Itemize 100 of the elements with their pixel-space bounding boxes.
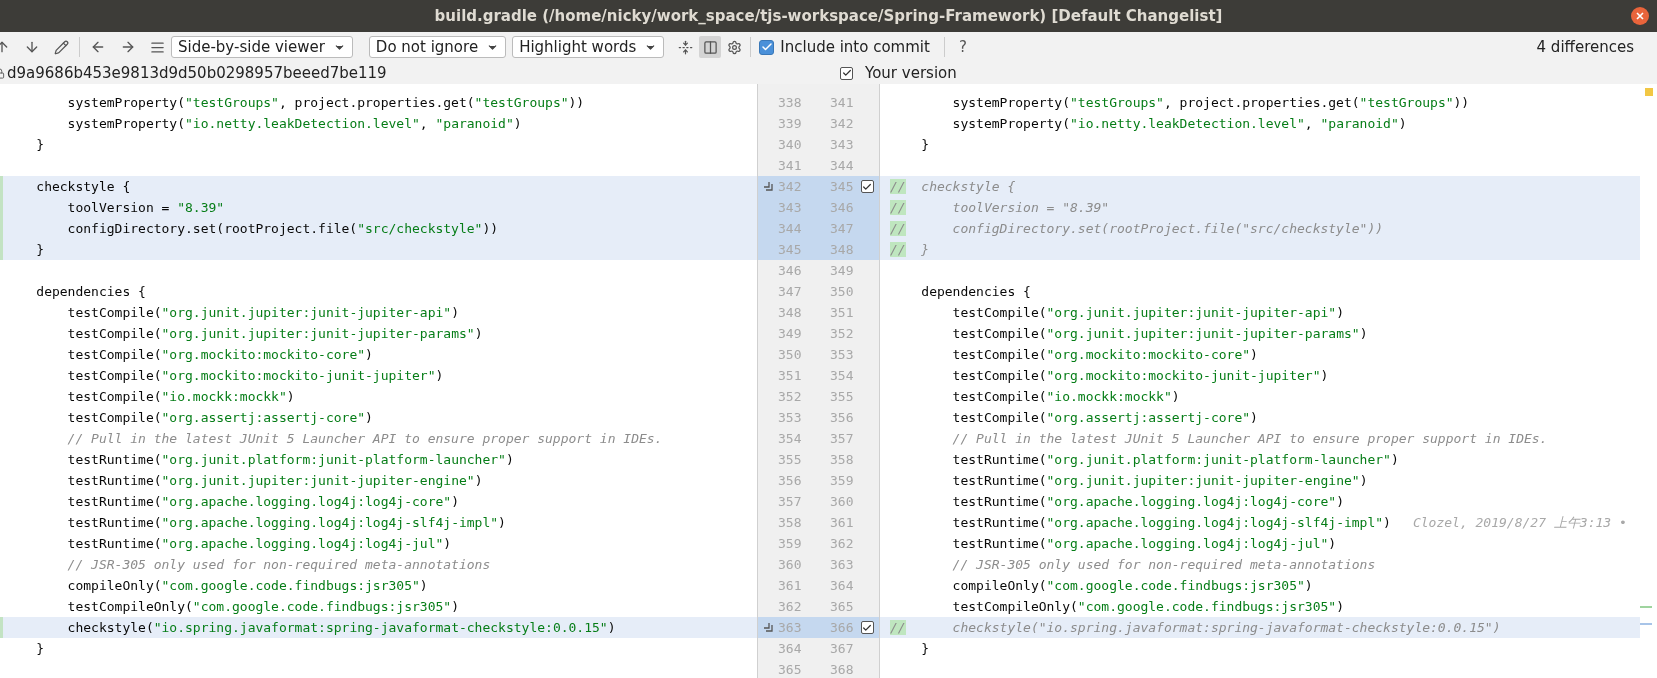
- line-number: 339: [778, 115, 803, 133]
- code-line: // Pull in the latest JUnit 5 Launcher API to ensure proper support in IDEs.: [951, 430, 1548, 448]
- include-checkbox[interactable]: [860, 621, 874, 634]
- line-number: 360: [830, 493, 855, 511]
- include-checkbox[interactable]: [840, 66, 853, 80]
- line-number: 352: [830, 325, 855, 343]
- line-number: 368: [830, 661, 855, 678]
- split-toggle[interactable]: [699, 36, 722, 58]
- apply-icon[interactable]: [762, 622, 774, 633]
- line-number: 364: [778, 640, 803, 658]
- line-number: 352: [778, 388, 803, 406]
- code-line: // toolVersion = "8.39": [890, 199, 1110, 217]
- apply-icon[interactable]: [762, 181, 774, 192]
- line-number: 345: [830, 178, 855, 196]
- code-line: toolVersion = "8.39": [66, 199, 225, 217]
- line-number: 358: [778, 514, 803, 532]
- code-line: testCompile("org.junit.jupiter:junit-jupiter-params"): [66, 325, 483, 343]
- line-number: 362: [778, 598, 803, 616]
- line-number: 367: [830, 640, 855, 658]
- collapse-icon[interactable]: [678, 39, 694, 55]
- line-number: 355: [830, 388, 855, 406]
- code-line: testCompileOnly("com.google.code.findbugs:jsr305"): [66, 598, 459, 616]
- code-line: // }: [890, 241, 930, 259]
- line-number: 338: [778, 94, 803, 112]
- line-number: 348: [778, 304, 803, 322]
- code-line: checkstyle {: [35, 178, 131, 196]
- line-number: 362: [830, 535, 855, 553]
- line-number: 348: [830, 241, 855, 259]
- change-stripe-mark: [1640, 606, 1652, 608]
- next-difference-icon[interactable]: [24, 39, 40, 55]
- line-number: 349: [778, 325, 803, 343]
- line-number: 356: [830, 409, 855, 427]
- code-line: testCompile("io.mockk:mockk"): [951, 388, 1180, 406]
- line-number: 353: [778, 409, 803, 427]
- list-icon[interactable]: [150, 39, 165, 55]
- close-icon: [1636, 12, 1644, 20]
- code-line: compileOnly("com.google.code.findbugs:jsr305"): [66, 577, 428, 595]
- code-line: testRuntime("org.apache.logging.log4j:log4j-slf4j-impl"): [66, 514, 506, 532]
- code-line: testRuntime("org.junit.jupiter:junit-jupiter-engine"): [951, 472, 1368, 490]
- code-line: testCompile("org.assertj:assertj-core"): [951, 409, 1258, 427]
- include-checkbox[interactable]: [860, 180, 874, 193]
- settings-icon[interactable]: [727, 39, 743, 55]
- edit-icon[interactable]: [54, 39, 69, 55]
- dropdown[interactable]: Side-by-side viewer: [171, 36, 353, 58]
- code-line: systemProperty("testGroups", project.properties.get("testGroups")): [66, 94, 585, 112]
- code-line: systemProperty("io.netty.leakDetection.level", "paranoid"): [66, 115, 522, 133]
- line-number: 346: [830, 199, 855, 217]
- line-number: 343: [778, 199, 803, 217]
- code-line: // checkstyle {: [890, 178, 1016, 196]
- code-line: testRuntime("org.apache.logging.log4j:log4j-jul"): [951, 535, 1337, 553]
- help-button[interactable]: ?: [958, 35, 967, 59]
- code-line: testCompileOnly("com.google.code.findbugs:jsr305"): [951, 598, 1344, 616]
- line-number: 351: [778, 367, 803, 385]
- code-line: testCompile("io.mockk:mockk"): [66, 388, 295, 406]
- line-number: 354: [830, 367, 855, 385]
- dropdown[interactable]: Do not ignore: [368, 36, 507, 58]
- code-line: }: [35, 136, 45, 154]
- line-number: 365: [778, 661, 803, 678]
- line-number: 364: [830, 577, 855, 595]
- code-line: testCompile("org.mockito:mockito-core"): [951, 346, 1258, 364]
- line-number: 351: [830, 304, 855, 322]
- version-label: Your version: [865, 62, 957, 84]
- line-number: 344: [778, 220, 803, 238]
- change-stripe-mark: [1640, 623, 1652, 625]
- code-line: // JSR-305 only used for non-required meta-annotations: [951, 556, 1376, 574]
- code-line: configDirectory.set(rootProject.file("src/checkstyle")): [66, 220, 499, 238]
- code-line: systemProperty("io.netty.leakDetection.level", "paranoid"): [951, 115, 1407, 133]
- code-line: testRuntime("org.apache.logging.log4j:log4j-core"): [66, 493, 459, 511]
- code-line: testCompile("org.mockito:mockito-junit-jupiter"): [66, 367, 444, 385]
- line-number: 357: [778, 493, 803, 511]
- close-button[interactable]: [1631, 7, 1649, 25]
- code-line: testRuntime("org.apache.logging.log4j:log4j-jul"): [66, 535, 452, 553]
- code-line: }: [35, 640, 45, 658]
- line-number: 349: [830, 262, 855, 280]
- next-file-icon[interactable]: [120, 39, 136, 55]
- differences-count: 4 differences: [1536, 36, 1634, 58]
- line-number: 353: [830, 346, 855, 364]
- code-line: testRuntime("org.junit.platform:junit-platform-launcher"): [951, 451, 1399, 469]
- split-view-icon: [702, 39, 718, 55]
- line-number: 361: [830, 514, 855, 532]
- code-line: systemProperty("testGroups", project.properties.get("testGroups")): [951, 94, 1470, 112]
- line-number: 355: [778, 451, 803, 469]
- dropdown[interactable]: Highlight words: [512, 36, 665, 58]
- previous-file-icon[interactable]: [90, 39, 106, 55]
- line-number: 358: [830, 451, 855, 469]
- code-line: testCompile("org.mockito:mockito-core"): [66, 346, 373, 364]
- code-line: testCompile("org.junit.jupiter:junit-jupiter-api"): [951, 304, 1344, 322]
- line-number: 363: [778, 619, 803, 637]
- code-line: testCompile("org.junit.jupiter:junit-jupiter-params"): [951, 325, 1368, 343]
- line-number: 357: [830, 430, 855, 448]
- checkbox[interactable]: [759, 39, 775, 55]
- line-number: 342: [830, 115, 855, 133]
- line-number: 344: [830, 157, 855, 175]
- code-line: testCompile("org.junit.jupiter:junit-jupiter-api"): [66, 304, 459, 322]
- code-line: // JSR-305 only used for non-required meta-annotations: [66, 556, 491, 574]
- window-title: build.gradle (/home/nicky/work_space/tjs-workspace/Spring-Framework) [Default Changelist]: [434, 5, 1223, 27]
- line-number: 347: [778, 283, 803, 301]
- code-line: }: [35, 241, 45, 259]
- line-number: 340: [778, 136, 803, 154]
- warning-stripe-mark: [1645, 88, 1653, 96]
